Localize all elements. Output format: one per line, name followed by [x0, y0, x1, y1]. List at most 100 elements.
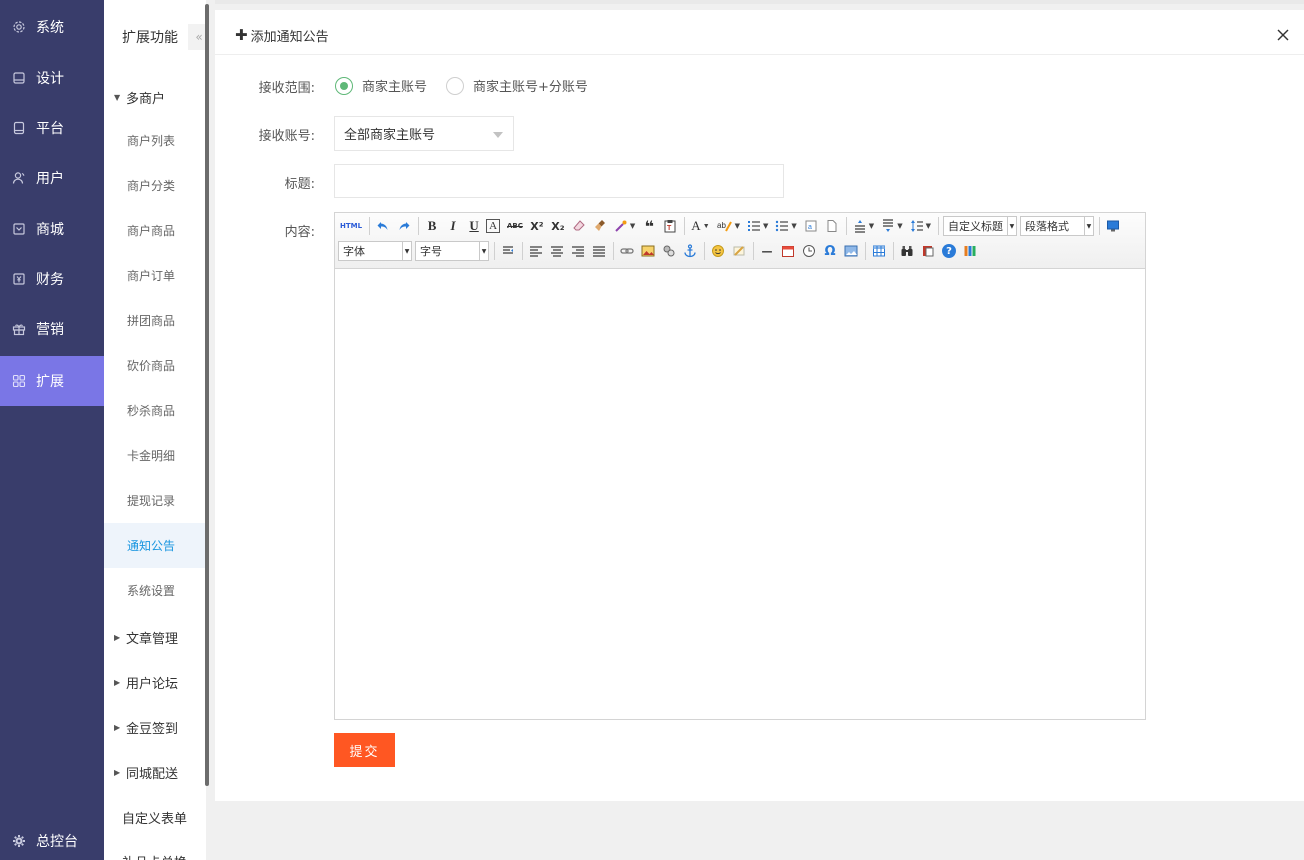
radio-main-and-sub-account[interactable]: 商家主账号+分账号: [446, 76, 588, 95]
account-select[interactable]: 全部商家主账号: [334, 116, 514, 151]
group-local-delivery[interactable]: ▶ 同城配送: [114, 763, 178, 782]
unordered-list-button[interactable]: ▼: [773, 216, 798, 236]
nav-item-extension[interactable]: 扩展: [0, 356, 104, 406]
sub-item-group-buy-goods[interactable]: 拼团商品: [104, 298, 206, 343]
binoculars-icon: [901, 246, 913, 256]
sub-item-withdraw-records[interactable]: 提现记录: [104, 478, 206, 523]
align-center-button[interactable]: [548, 241, 566, 261]
insert-map-button[interactable]: [660, 241, 678, 261]
insert-time-button[interactable]: [800, 241, 818, 261]
sub-item-merchant-orders[interactable]: 商户订单: [104, 253, 206, 298]
undo-icon: [377, 222, 388, 230]
nav-item-user[interactable]: 用户: [0, 153, 104, 203]
select-all-button[interactable]: a: [802, 216, 820, 236]
superscript-button[interactable]: X²: [528, 216, 546, 236]
background-color-button[interactable]: ab ▼: [715, 216, 742, 236]
nav-item-design[interactable]: 设计: [0, 53, 104, 103]
font-border-button[interactable]: A: [486, 219, 501, 233]
eraser-icon: [573, 220, 585, 231]
eraser-button[interactable]: [570, 216, 588, 236]
radio-label: 商家主账号+分账号: [473, 80, 588, 95]
undo-button[interactable]: [374, 216, 392, 236]
nav-item-platform[interactable]: 平台: [0, 103, 104, 153]
sub-item-bargain-goods[interactable]: 砍价商品: [104, 343, 206, 388]
row-spacing-top-button[interactable]: ▼: [851, 216, 876, 236]
clear-document-button[interactable]: [823, 216, 841, 236]
sub-item-notice[interactable]: 通知公告: [104, 523, 206, 568]
nav-item-finance[interactable]: 财务: [0, 254, 104, 304]
group-multi-merchant[interactable]: ▼ 多商户: [114, 88, 165, 107]
group-article-management[interactable]: ▶ 文章管理: [114, 628, 178, 647]
toolbar-separator: [893, 242, 894, 260]
sub-item-system-settings[interactable]: 系统设置: [104, 568, 206, 613]
nav-item-system[interactable]: 系统: [0, 2, 104, 52]
underline-button[interactable]: U: [465, 216, 483, 236]
redo-button[interactable]: [395, 216, 413, 236]
row-spacing-top-icon: [854, 220, 865, 233]
insert-link-button[interactable]: [618, 241, 636, 261]
sub-item-merchant-goods[interactable]: 商户商品: [104, 208, 206, 253]
paragraph-format-select[interactable]: 段落格式 ▼: [1019, 216, 1094, 236]
insert-table-button[interactable]: [870, 241, 888, 261]
submit-button[interactable]: 提交: [334, 733, 395, 767]
blockquote-button[interactable]: ❝: [640, 216, 658, 236]
sub-item-custom-form[interactable]: 自定义表单: [122, 808, 187, 827]
font-size-select[interactable]: 字号 ▼: [415, 241, 489, 261]
dropdown-arrow-icon: ▼: [897, 222, 903, 230]
drafts-button[interactable]: [961, 241, 979, 261]
paste-plain-button[interactable]: T: [661, 216, 679, 236]
search-replace-button[interactable]: [898, 241, 916, 261]
row-spacing-bottom-button[interactable]: ▼: [879, 216, 904, 236]
user-icon: [12, 171, 26, 185]
italic-button[interactable]: I: [444, 216, 462, 236]
strikethrough-button[interactable]: ABC: [505, 216, 525, 236]
ordered-list-button[interactable]: ▼: [745, 216, 770, 236]
sub-item-merchant-list[interactable]: 商户列表: [104, 118, 206, 163]
paragraph-format-value: 段落格式: [1024, 220, 1069, 233]
editor-content-area[interactable]: [335, 270, 1145, 719]
font-color-button[interactable]: A ▼: [689, 216, 711, 236]
nav-item-label: 系统: [36, 20, 64, 36]
special-chars-button[interactable]: Ω: [821, 241, 839, 261]
nav-item-dashboard[interactable]: 总控台: [0, 822, 104, 860]
nav-item-marketing[interactable]: 营销: [0, 304, 104, 354]
title-input[interactable]: [334, 164, 784, 198]
close-icon[interactable]: [1276, 28, 1290, 42]
group-gold-bean-checkin[interactable]: ▶ 金豆签到: [114, 718, 178, 737]
sidebar-scrollbar[interactable]: [205, 4, 209, 786]
auto-format-button[interactable]: ▼: [612, 216, 637, 236]
template-button[interactable]: [919, 241, 937, 261]
anchor-button[interactable]: [681, 241, 699, 261]
fullscreen-button[interactable]: [1104, 216, 1122, 236]
html-source-button[interactable]: HTML: [338, 216, 364, 236]
custom-title-select[interactable]: 自定义标题 ▼: [942, 216, 1017, 236]
radio-main-account[interactable]: 商家主账号: [335, 76, 427, 95]
horizontal-rule-button[interactable]: —: [758, 241, 776, 261]
bold-button[interactable]: B: [423, 216, 441, 236]
line-height-button[interactable]: ▼: [908, 216, 933, 236]
main-sidebar: 系统 设计 平台 用户 商城 财务 营销 扩展 总控台: [0, 0, 104, 860]
subscript-button[interactable]: X₂: [549, 216, 567, 236]
font-family-select[interactable]: 字体 ▼: [338, 241, 412, 261]
sub-item-gift-card[interactable]: 礼品卡兑换: [122, 852, 187, 860]
scrawl-button[interactable]: [730, 241, 748, 261]
align-justify-button[interactable]: [590, 241, 608, 261]
text-direction-button[interactable]: [499, 241, 517, 261]
word-image-button[interactable]: [842, 241, 860, 261]
nav-item-store[interactable]: 商城: [0, 204, 104, 254]
monitor-icon: [1106, 220, 1119, 232]
emotion-button[interactable]: [709, 241, 727, 261]
sub-item-card-details[interactable]: 卡金明细: [104, 433, 206, 478]
format-painter-button[interactable]: [591, 216, 609, 236]
group-user-forum[interactable]: ▶ 用户论坛: [114, 673, 178, 692]
table-icon: [873, 245, 885, 257]
insert-date-button[interactable]: [779, 241, 797, 261]
sub-item-merchant-category[interactable]: 商户分类: [104, 163, 206, 208]
insert-image-button[interactable]: [639, 241, 657, 261]
sub-item-flash-sale-goods[interactable]: 秒杀商品: [104, 388, 206, 433]
align-right-button[interactable]: [569, 241, 587, 261]
toolbar-separator: [522, 242, 523, 260]
align-left-button[interactable]: [527, 241, 545, 261]
help-button[interactable]: ?: [942, 244, 956, 258]
dropdown-arrow-icon: ▼: [734, 222, 741, 230]
